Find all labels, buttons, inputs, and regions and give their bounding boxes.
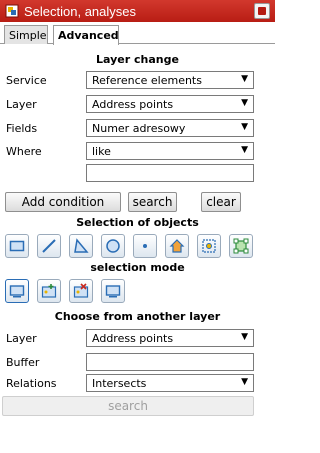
where-select[interactable]: like ▼ <box>86 142 254 160</box>
polygon-select-icon <box>74 238 89 253</box>
selection-of-objects-heading: Selection of objects <box>76 216 199 229</box>
extent-select-button[interactable] <box>229 234 253 258</box>
clear-button[interactable]: clear <box>201 192 241 212</box>
feature-select-button[interactable] <box>197 234 221 258</box>
close-button[interactable] <box>254 3 270 19</box>
rectangle-select-icon <box>9 240 25 252</box>
other-layer-label: Layer <box>6 332 37 345</box>
app-logo-icon <box>5 4 19 18</box>
other-layer-search-button[interactable]: search <box>2 396 254 416</box>
buffer-field[interactable] <box>86 353 254 371</box>
where-value: like <box>92 145 111 158</box>
chevron-down-icon: ▼ <box>241 377 248 387</box>
other-layer-value: Address points <box>92 332 174 345</box>
tab-simple[interactable]: Simple <box>4 25 48 44</box>
polygon-select-button[interactable] <box>69 234 93 258</box>
add-condition-button[interactable]: Add condition <box>5 192 121 212</box>
feature-select-icon <box>202 239 216 253</box>
layer-value: Address points <box>92 98 174 111</box>
fields-select[interactable]: Numer adresowy ▼ <box>86 119 254 137</box>
layer-change-heading: Layer change <box>96 53 179 66</box>
layer-select[interactable]: Address points ▼ <box>86 95 254 113</box>
relations-value: Intersects <box>92 377 147 390</box>
add-to-selection-icon <box>41 284 57 298</box>
other-layer-heading: Choose from another layer <box>54 310 221 323</box>
layer-label: Layer <box>6 98 37 111</box>
remove-from-selection-icon <box>73 283 89 298</box>
home-select-icon <box>169 239 185 253</box>
buffer-input[interactable] <box>87 354 253 370</box>
select-within-icon <box>105 285 121 298</box>
fields-value: Numer adresowy <box>92 122 186 135</box>
window-title: Selection, analyses <box>24 3 137 19</box>
circle-select-button[interactable] <box>101 234 125 258</box>
service-select[interactable]: Reference elements ▼ <box>86 71 254 89</box>
chevron-down-icon: ▼ <box>241 122 248 132</box>
tab-bar: Simple Advanced <box>0 22 275 45</box>
service-label: Service <box>6 74 47 87</box>
add-to-selection-button[interactable] <box>37 279 61 303</box>
buffer-label: Buffer <box>6 356 40 369</box>
tab-advanced[interactable]: Advanced <box>53 25 119 45</box>
condition-value-field[interactable] <box>86 164 254 182</box>
condition-value-input[interactable] <box>87 165 253 181</box>
home-select-button[interactable] <box>165 234 189 258</box>
point-select-button[interactable] <box>133 234 157 258</box>
search-button[interactable]: search <box>128 192 177 212</box>
circle-select-icon <box>106 239 120 253</box>
point-select-icon <box>143 244 147 248</box>
remove-from-selection-button[interactable] <box>69 279 93 303</box>
fields-label: Fields <box>6 122 38 135</box>
chevron-down-icon: ▼ <box>241 74 248 84</box>
chevron-down-icon: ▼ <box>241 332 248 342</box>
new-selection-button[interactable] <box>5 279 29 303</box>
selection-mode-heading: selection mode <box>90 261 185 274</box>
other-layer-select[interactable]: Address points ▼ <box>86 329 254 347</box>
line-select-button[interactable] <box>37 234 61 258</box>
relations-label: Relations <box>6 377 57 390</box>
where-label: Where <box>6 145 42 158</box>
extent-select-icon <box>233 238 249 254</box>
chevron-down-icon: ▼ <box>241 98 248 108</box>
rectangle-select-button[interactable] <box>5 234 29 258</box>
service-value: Reference elements <box>92 74 202 87</box>
window-titlebar: Selection, analyses <box>0 0 275 22</box>
chevron-down-icon: ▼ <box>241 145 248 155</box>
new-selection-icon <box>9 285 25 298</box>
relations-select[interactable]: Intersects ▼ <box>86 374 254 392</box>
select-within-button[interactable] <box>101 279 125 303</box>
line-select-icon <box>42 239 56 253</box>
